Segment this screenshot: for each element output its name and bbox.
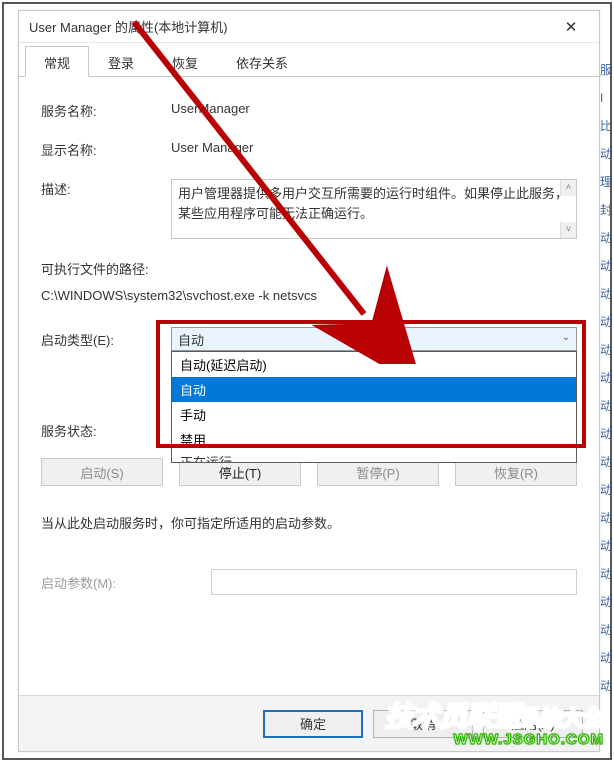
service-name-label: 服务名称: <box>41 101 171 120</box>
service-name-value: UserManager <box>171 101 577 116</box>
background-page-fragment: 服I比动理封动动动动动动动动动动动动动动动动动 <box>600 56 610 736</box>
start-button[interactable]: 启动(S) <box>41 458 163 486</box>
exe-path-label: 可执行文件的路径: <box>41 259 577 278</box>
content-panel: 服务名称: UserManager 显示名称: User Manager 描述:… <box>19 77 599 695</box>
scroll-up-icon[interactable]: ˄ <box>560 180 576 196</box>
window-title: User Manager 的属性(本地计算机) <box>29 17 551 36</box>
tab-logon[interactable]: 登录 <box>89 46 153 77</box>
description-textbox[interactable]: 用户管理器提供多用户交互所需要的运行时组件。如果停止此服务，某些应用程序可能无法… <box>171 179 577 239</box>
start-param-label: 启动参数(M): <box>41 573 211 592</box>
description-label: 描述: <box>41 179 171 198</box>
display-name-label: 显示名称: <box>41 140 171 159</box>
startup-option-disabled[interactable]: 禁用 <box>172 427 576 452</box>
display-name-value: User Manager <box>171 140 577 155</box>
outer-crop-border: 服I比动理封动动动动动动动动动动动动动动动动动 User Manager 的属性… <box>2 2 612 760</box>
exe-path-value: C:\WINDOWS\system32\svchost.exe -k netsv… <box>41 288 577 303</box>
tab-recovery[interactable]: 恢复 <box>153 46 217 77</box>
cancel-button[interactable]: 取消 <box>373 710 473 738</box>
start-param-input[interactable] <box>211 569 577 595</box>
startup-option-delayed[interactable]: 自动(延迟启动) <box>172 352 576 377</box>
startup-type-label: 启动类型(E): <box>41 330 171 349</box>
tab-general[interactable]: 常规 <box>25 46 89 77</box>
startup-type-select[interactable]: 自动 ⌄ <box>171 327 577 351</box>
startup-option-auto[interactable]: 自动 <box>172 377 576 402</box>
start-param-note: 当从此处启动服务时，你可指定所适用的启动参数。 <box>41 512 577 535</box>
properties-dialog: User Manager 的属性(本地计算机) ✕ 常规 登录 恢复 依存关系 … <box>18 10 600 752</box>
dialog-footer: 确定 取消 应用(A) <box>19 695 599 751</box>
close-icon[interactable]: ✕ <box>551 13 591 41</box>
scroll-down-icon[interactable]: ˅ <box>560 222 576 238</box>
chevron-down-icon: ⌄ <box>562 332 570 343</box>
description-text: 用户管理器提供多用户交互所需要的运行时组件。如果停止此服务，某些应用程序可能无法… <box>178 186 568 221</box>
apply-button[interactable]: 应用(A) <box>483 710 583 738</box>
startup-type-dropdown: 自动(延迟启动) 自动 手动 禁用 正在运行 <box>171 351 577 463</box>
service-status-label: 服务状态: <box>41 421 171 440</box>
startup-option-manual[interactable]: 手动 <box>172 402 576 427</box>
startup-type-selected: 自动 <box>178 330 204 349</box>
titlebar: User Manager 的属性(本地计算机) ✕ <box>19 11 599 43</box>
startup-option-cutoff: 正在运行 <box>172 452 576 462</box>
ok-button[interactable]: 确定 <box>263 710 363 738</box>
tabstrip: 常规 登录 恢复 依存关系 <box>19 43 599 77</box>
tab-dependencies[interactable]: 依存关系 <box>217 46 307 77</box>
